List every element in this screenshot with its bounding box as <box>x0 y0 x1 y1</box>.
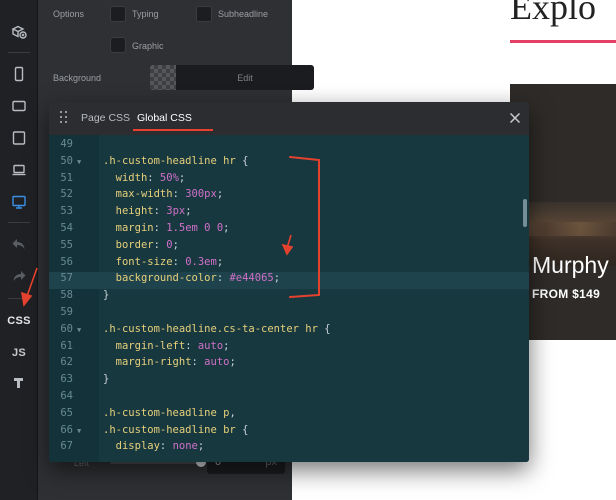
line-number: 58 <box>60 289 73 302</box>
code-line[interactable]: 50 ▼ .h-custom-headline hr { <box>49 155 529 172</box>
preview-card-title: Murphy <box>532 252 609 278</box>
preview-card-price: FROM $149 <box>532 287 601 301</box>
js-button[interactable]: JS <box>0 339 38 367</box>
code-line[interactable]: 56 font-size: 0.3em; <box>49 256 529 273</box>
laptop-icon[interactable] <box>0 156 38 184</box>
code-line[interactable]: 65 .h-custom-headline p, <box>49 407 529 424</box>
code-text: .h-custom-headline br { <box>103 423 249 436</box>
background-label: Background <box>53 73 102 83</box>
code-text: border: 0; <box>115 238 179 251</box>
tab-page-css[interactable]: Page CSS <box>81 112 130 124</box>
code-text: .h-custom-headline p, <box>103 406 236 419</box>
desktop-icon[interactable] <box>0 188 38 216</box>
line-number: 50 <box>60 154 73 167</box>
toolbar-divider <box>8 52 30 53</box>
code-text: margin: 1.5em 0 0; <box>115 222 230 234</box>
tools-icon[interactable] <box>0 369 38 397</box>
graphic-label: Graphic <box>132 41 164 51</box>
code-text: .h-custom-headline hr { <box>103 154 249 167</box>
code-line[interactable]: 52 max-width: 300px; <box>49 188 529 205</box>
line-number: 59 <box>60 306 73 318</box>
code-line[interactable]: 62 margin-right: auto; <box>49 356 529 373</box>
line-number: 53 <box>60 205 73 218</box>
preview-accent-line <box>510 40 616 43</box>
graphic-checkbox[interactable] <box>110 37 126 53</box>
code-line[interactable]: 66 ▼ .h-custom-headline br { <box>49 424 529 441</box>
code-line[interactable]: 54 margin: 1.5em 0 0; <box>49 222 529 239</box>
code-text: margin-left: auto; <box>115 339 230 352</box>
code-text: margin-right: auto; <box>115 356 236 369</box>
code-text: max-width: 300px; <box>115 188 224 201</box>
subheadline-label: Subheadline <box>218 9 269 19</box>
line-number: 66 <box>60 423 73 436</box>
css-button[interactable]: CSS <box>0 307 38 335</box>
preview-heading: Explo <box>510 0 596 27</box>
code-line[interactable]: 57 background-color: #e44065; <box>49 272 529 290</box>
editor-scrollbar[interactable] <box>523 199 527 227</box>
line-number: 51 <box>60 171 73 184</box>
close-icon[interactable] <box>507 110 523 126</box>
code-text: background-color: #e44065; <box>115 272 281 285</box>
code-line[interactable]: 63} <box>49 373 529 390</box>
elements-icon[interactable] <box>0 18 38 46</box>
code-line[interactable]: 51 width: 50%; <box>49 172 529 189</box>
code-line[interactable]: 55 border: 0; <box>49 239 529 256</box>
line-number: 57 <box>60 272 73 285</box>
line-number: 61 <box>60 339 73 352</box>
code-text: } <box>103 373 110 386</box>
active-tab-underline <box>133 129 213 131</box>
code-line[interactable]: 58} <box>49 289 529 306</box>
tablet-landscape-icon[interactable] <box>0 92 38 120</box>
code-line[interactable]: 60 ▼ .h-custom-headline.cs-ta-center hr { <box>49 323 529 340</box>
subheadline-checkbox[interactable] <box>196 6 212 22</box>
code-text: } <box>103 289 110 302</box>
tab-global-css[interactable]: Global CSS <box>137 112 192 124</box>
code-line[interactable]: 53 height: 3px; <box>49 205 529 222</box>
line-number: 62 <box>60 356 73 369</box>
fold-arrow-icon[interactable]: ▼ <box>77 158 81 166</box>
redo-icon[interactable] <box>0 262 38 290</box>
modal-header: Page CSS Global CSS <box>49 102 529 135</box>
left-toolbar: CSS JS <box>0 0 38 500</box>
background-color-swatch[interactable] <box>150 65 176 90</box>
fold-arrow-icon[interactable]: ▼ <box>77 427 81 435</box>
undo-icon[interactable] <box>0 230 38 258</box>
line-number: 55 <box>60 238 73 251</box>
line-number: 63 <box>60 373 73 386</box>
mobile-device-icon[interactable] <box>0 60 38 88</box>
drag-handle-icon[interactable] <box>60 111 68 125</box>
line-number: 52 <box>60 188 73 201</box>
line-number: 67 <box>60 440 73 453</box>
fold-arrow-icon[interactable]: ▼ <box>77 326 81 334</box>
code-line[interactable]: 64 <box>49 390 529 407</box>
code-text: height: 3px; <box>115 205 192 218</box>
code-line[interactable]: 67 display: none; <box>49 440 529 457</box>
options-label: Options <box>53 9 85 19</box>
code-text: .h-custom-headline.cs-ta-center hr { <box>103 322 331 335</box>
css-label: CSS <box>7 315 31 327</box>
line-number: 49 <box>60 138 73 150</box>
line-number: 60 <box>60 322 73 335</box>
css-editor-modal: Page CSS Global CSS 49 50 ▼ .h-custom-headl… <box>49 102 529 462</box>
toolbar-divider <box>8 222 30 223</box>
code-text: display: none; <box>115 440 205 453</box>
code-text: font-size: 0.3em; <box>115 255 224 268</box>
js-label: JS <box>11 347 27 359</box>
background-edit-button[interactable]: Edit <box>176 65 314 90</box>
toolbar-divider <box>8 298 30 299</box>
code-editor[interactable]: 49 50 ▼ .h-custom-headline hr { 51 width: 50… <box>49 135 529 462</box>
tablet-portrait-icon[interactable] <box>0 124 38 152</box>
typing-checkbox[interactable] <box>110 6 126 22</box>
code-text: width: 50%; <box>115 171 186 184</box>
code-line[interactable]: 49 <box>49 138 529 155</box>
line-number: 65 <box>60 406 73 419</box>
line-number: 56 <box>60 255 73 268</box>
line-number: 54 <box>60 222 73 234</box>
code-line[interactable]: 61 margin-left: auto; <box>49 340 529 357</box>
line-number: 64 <box>60 390 73 402</box>
code-line[interactable]: 59 <box>49 306 529 323</box>
typing-label: Typing <box>132 9 159 19</box>
